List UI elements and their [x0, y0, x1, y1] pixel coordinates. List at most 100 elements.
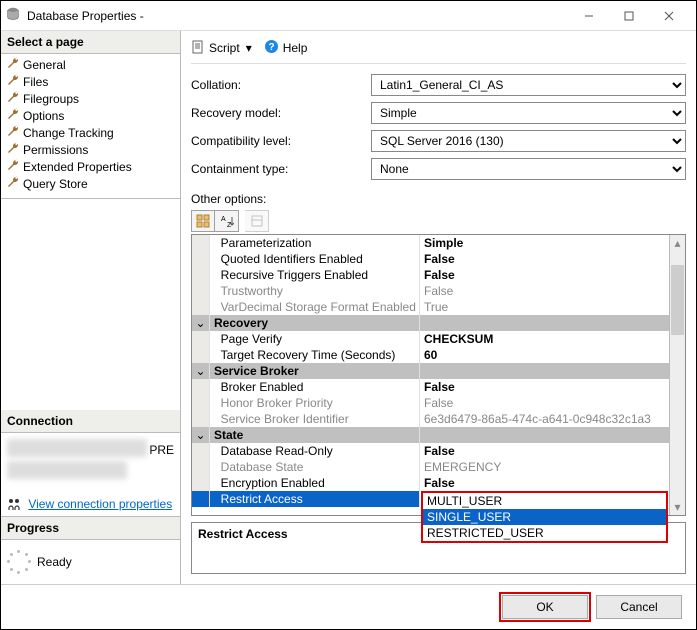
scroll-thumb[interactable] [671, 265, 684, 335]
sidebar-item-filegroups[interactable]: Filegroups [1, 90, 180, 107]
scroll-up-icon[interactable]: ▴ [670, 235, 685, 251]
grid-group-service-broker[interactable]: ⌄Service Broker [192, 363, 669, 379]
svg-text:?: ? [268, 42, 274, 53]
dropdown-option-restricted_user[interactable]: RESTRICTED_USER [423, 525, 666, 541]
grid-row-parameterization[interactable]: ParameterizationSimple [192, 235, 669, 251]
grid-value[interactable]: 60 [420, 347, 669, 363]
sidebar-item-label: Options [23, 109, 64, 123]
scroll-down-icon[interactable]: ▾ [670, 499, 685, 515]
ok-button[interactable]: OK [502, 595, 588, 619]
titlebar: Database Properties - [1, 1, 696, 31]
sidebar: Select a page General Files Filegroups Opti… [1, 31, 181, 584]
dropdown-option-multi_user[interactable]: MULTI_USER [423, 493, 666, 509]
grid-row-encryption-enabled[interactable]: Encryption EnabledFalse [192, 475, 669, 491]
svg-text:A: A [221, 216, 226, 223]
app-icon [5, 6, 27, 25]
collation-label: Collation: [191, 78, 371, 92]
grid-group-recovery[interactable]: ⌄Recovery [192, 315, 669, 331]
wrench-icon [7, 91, 19, 106]
connection-properties-icon [7, 498, 21, 512]
grid-row-quoted-identifiers-enabled[interactable]: Quoted Identifiers EnabledFalse [192, 251, 669, 267]
sidebar-item-general[interactable]: General [1, 56, 180, 73]
wrench-icon [7, 57, 19, 72]
sidebar-item-files[interactable]: Files [1, 73, 180, 90]
grid-value[interactable]: 6e3d6479-86a5-474c-a641-0c948c32c1a3 [420, 411, 669, 427]
dropdown-option-single_user[interactable]: SINGLE_USER [423, 509, 666, 525]
dialog-window: Database Properties - Select a page Gene… [0, 0, 697, 630]
progress-spinner-icon [7, 550, 31, 574]
collation-select[interactable]: Latin1_General_CI_AS [371, 74, 686, 96]
script-label: Script [209, 41, 240, 55]
window-title: Database Properties - [27, 9, 144, 23]
grid-row-broker-enabled[interactable]: Broker EnabledFalse [192, 379, 669, 395]
sidebar-item-label: Permissions [23, 143, 88, 157]
connection-user-blurred [7, 461, 127, 479]
view-connection-properties-link[interactable]: View connection properties [28, 497, 172, 511]
grid-value[interactable]: Simple [420, 235, 669, 251]
grid-value[interactable]: True [420, 299, 669, 315]
grid-value[interactable]: False [420, 379, 669, 395]
sidebar-connection-header: Connection [1, 410, 180, 433]
sidebar-item-label: Filegroups [23, 92, 79, 106]
grid-value[interactable]: False [420, 283, 669, 299]
connection-server-blurred [7, 439, 147, 457]
grid-value[interactable]: EMERGENCY [420, 459, 669, 475]
connection-server-suffix: PRE [149, 443, 174, 457]
grid-row-service-broker-identifier[interactable]: Service Broker Identifier6e3d6479-86a5-4… [192, 411, 669, 427]
sidebar-item-extended-properties[interactable]: Extended Properties [1, 158, 180, 175]
grid-value[interactable]: False [420, 395, 669, 411]
alphabetical-toggle[interactable]: AZ [215, 210, 239, 232]
grid-value[interactable]: CHECKSUM [420, 331, 669, 347]
sidebar-item-label: General [23, 58, 66, 72]
properties-toggle[interactable] [245, 210, 269, 232]
wrench-icon [7, 125, 19, 140]
grid-value[interactable]: False [420, 267, 669, 283]
grid-group-state[interactable]: ⌄State [192, 427, 669, 443]
grid-value[interactable]: False [420, 443, 669, 459]
containment-type-select[interactable]: None [371, 158, 686, 180]
wrench-icon [7, 159, 19, 174]
button-bar: OK Cancel [1, 584, 696, 629]
content-pane: Script ▾ ? Help Collation: Latin1_Genera… [181, 31, 696, 584]
property-grid: ParameterizationSimple Quoted Identifier… [191, 234, 686, 516]
recovery-model-select[interactable]: Simple [371, 102, 686, 124]
sidebar-item-change-tracking[interactable]: Change Tracking [1, 124, 180, 141]
sidebar-item-options[interactable]: Options [1, 107, 180, 124]
script-button[interactable]: Script ▾ [191, 40, 252, 57]
sidebar-item-label: Query Store [23, 177, 88, 191]
sidebar-item-label: Change Tracking [23, 126, 114, 140]
grid-row-recursive-triggers-enabled[interactable]: Recursive Triggers EnabledFalse [192, 267, 669, 283]
restrict-access-dropdown[interactable]: MULTI_USERSINGLE_USERRESTRICTED_USER [421, 491, 668, 543]
minimize-button[interactable] [572, 2, 612, 30]
containment-type-label: Containment type: [191, 162, 371, 176]
sidebar-progress-header: Progress [1, 517, 180, 540]
sidebar-item-query-store[interactable]: Query Store [1, 175, 180, 192]
grid-row-target-recovery-time-seconds-[interactable]: Target Recovery Time (Seconds)60 [192, 347, 669, 363]
grid-scrollbar[interactable]: ▴ ▾ [669, 235, 685, 515]
compatibility-level-select[interactable]: SQL Server 2016 (130) [371, 130, 686, 152]
grid-value[interactable]: False [420, 475, 669, 491]
script-icon [191, 40, 205, 57]
sidebar-item-label: Extended Properties [23, 160, 132, 174]
maximize-button[interactable] [612, 2, 652, 30]
sidebar-pages-header: Select a page [1, 31, 180, 54]
wrench-icon [7, 142, 19, 157]
recovery-model-label: Recovery model: [191, 106, 371, 120]
close-button[interactable] [652, 2, 692, 30]
svg-text:Z: Z [227, 222, 232, 228]
categorized-toggle[interactable] [191, 210, 215, 232]
wrench-icon [7, 176, 19, 191]
compatibility-level-label: Compatibility level: [191, 134, 371, 148]
cancel-button[interactable]: Cancel [596, 595, 682, 619]
progress-state: Ready [37, 555, 72, 569]
grid-value[interactable]: False [420, 251, 669, 267]
sidebar-item-label: Files [23, 75, 48, 89]
grid-row-trustworthy[interactable]: TrustworthyFalse [192, 283, 669, 299]
grid-row-database-read-only[interactable]: Database Read-OnlyFalse [192, 443, 669, 459]
sidebar-item-permissions[interactable]: Permissions [1, 141, 180, 158]
grid-row-database-state[interactable]: Database StateEMERGENCY [192, 459, 669, 475]
grid-row-honor-broker-priority[interactable]: Honor Broker PriorityFalse [192, 395, 669, 411]
grid-row-vardecimal-storage-format-enabled[interactable]: VarDecimal Storage Format EnabledTrue [192, 299, 669, 315]
grid-row-page-verify[interactable]: Page VerifyCHECKSUM [192, 331, 669, 347]
help-button[interactable]: ? Help [264, 39, 308, 57]
